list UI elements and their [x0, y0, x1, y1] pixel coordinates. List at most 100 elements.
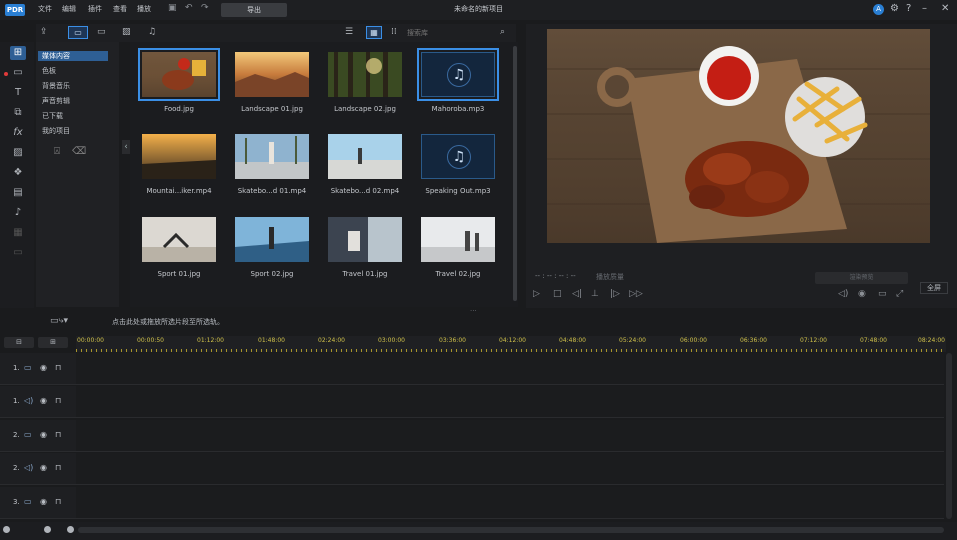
timeline-hscrollbar[interactable]: [78, 527, 944, 533]
filter-audio-icon[interactable]: ♫: [148, 27, 156, 37]
fit-timeline-button[interactable]: ⊞: [38, 337, 68, 348]
timecode: -- : -- : -- : --: [535, 272, 576, 280]
tag-icon[interactable]: ⍓: [54, 146, 60, 157]
skateboard1-thumbnail: [235, 134, 309, 179]
subtitle-icon[interactable]: ▤: [10, 186, 26, 200]
zoom-select[interactable]: 全屏: [920, 282, 948, 294]
filter-clip-icon[interactable]: ▭: [97, 27, 106, 37]
visibility-icon[interactable]: ◉: [40, 497, 47, 506]
transition-icon[interactable]: ⧉: [10, 106, 26, 120]
lock-icon[interactable]: ⊓: [55, 396, 61, 405]
track-header: 2. ◁) ◉ ⊓: [0, 453, 76, 485]
track-manager-button[interactable]: ⊟: [4, 337, 34, 348]
lock-icon[interactable]: ⊓: [55, 497, 61, 506]
visibility-icon[interactable]: ◉: [40, 363, 47, 372]
media-label: Travel 01.jpg: [342, 270, 388, 278]
media-item[interactable]: Sport 02.jpg: [231, 213, 313, 285]
lock-icon[interactable]: ⊓: [55, 463, 61, 472]
text-icon[interactable]: T: [10, 86, 26, 100]
visibility-icon[interactable]: ◉: [40, 430, 47, 439]
tree-item-color[interactable]: 色板: [42, 66, 56, 76]
travel2-thumbnail: [421, 217, 495, 262]
media-label: Mountai...iker.mp4: [146, 187, 212, 195]
media-library: Food.jpg Landscape 01.jpg Landscape 02.j…: [130, 42, 512, 307]
search-icon[interactable]: ⌕: [500, 27, 505, 37]
ruler-tick: 07:48:00: [860, 337, 887, 344]
filter-video-icon[interactable]: ▭: [68, 26, 88, 39]
list-view-icon[interactable]: ☰: [345, 27, 353, 37]
fx-icon[interactable]: fx: [10, 126, 26, 140]
split-icon[interactable]: ⊥: [591, 289, 599, 299]
tree-item-projects[interactable]: 我的项目: [42, 126, 70, 136]
render-preview-button[interactable]: 渲染预览: [815, 272, 908, 284]
voice-icon[interactable]: ♪: [10, 206, 26, 220]
chapter-icon[interactable]: ▦: [10, 226, 26, 240]
collapse-panel-icon[interactable]: ‹: [122, 140, 130, 154]
minimize-icon[interactable]: –: [922, 3, 927, 14]
stop-icon[interactable]: □: [553, 289, 562, 299]
ruler-scale: [76, 349, 946, 352]
delete-tag-icon[interactable]: ⌫: [72, 146, 86, 157]
music-note-icon: ♫: [447, 145, 471, 169]
display-icon[interactable]: ▭: [878, 289, 887, 299]
account-icon[interactable]: A: [873, 4, 884, 15]
media-item[interactable]: Skatebo...d 02.mp4: [324, 130, 406, 202]
pip-icon[interactable]: ▨: [10, 146, 26, 160]
zoom-in-icon[interactable]: [67, 526, 74, 533]
tree-item-downloaded[interactable]: 已下载: [42, 111, 63, 121]
mountain-biker-thumbnail: [142, 134, 216, 179]
timeline-vscrollbar[interactable]: [946, 353, 952, 519]
splitter-handle[interactable]: ···: [470, 307, 477, 315]
track-lane[interactable]: [76, 487, 944, 519]
lock-icon[interactable]: ⊓: [55, 430, 61, 439]
ruler-tick: 04:12:00: [499, 337, 526, 344]
library-scrollbar[interactable]: [512, 42, 518, 307]
track-lane[interactable]: [76, 353, 944, 385]
media-item[interactable]: Travel 01.jpg: [324, 213, 406, 285]
zoom-out-icon[interactable]: [3, 526, 10, 533]
media-label: Landscape 02.jpg: [334, 105, 396, 113]
timeline-tools-icon[interactable]: ▭⤷▾: [50, 316, 68, 326]
next-frame-icon[interactable]: |▷: [610, 289, 620, 299]
media-item[interactable]: Travel 02.jpg: [417, 213, 499, 285]
audio-track-icon: ◁): [24, 463, 34, 472]
import-icon[interactable]: ⇪: [40, 27, 48, 37]
media-item[interactable]: Landscape 01.jpg: [231, 48, 313, 120]
tree-item-sound[interactable]: 声音剪辑: [42, 96, 70, 106]
track-lane[interactable]: [76, 420, 944, 452]
visibility-icon[interactable]: ◉: [40, 396, 47, 405]
zoom-slider-handle[interactable]: [44, 526, 51, 533]
media-item[interactable]: Sport 01.jpg: [138, 213, 220, 285]
lock-icon[interactable]: ⊓: [55, 363, 61, 372]
undock-icon[interactable]: ⤢: [896, 289, 903, 299]
volume-icon[interactable]: ◁): [838, 289, 848, 299]
particle-icon[interactable]: ❖: [10, 166, 26, 180]
media-item[interactable]: Skatebo...d 01.mp4: [231, 130, 313, 202]
track-lane[interactable]: [76, 386, 944, 418]
prev-frame-icon[interactable]: ◁|: [572, 289, 582, 299]
quality-select[interactable]: 播放质量: [596, 272, 624, 282]
ruler-tick: 08:24:00: [918, 337, 945, 344]
fast-forward-icon[interactable]: ▷▷: [629, 289, 643, 299]
search-input[interactable]: [407, 27, 511, 39]
media-item[interactable]: Food.jpg: [138, 48, 220, 120]
track-lane[interactable]: [76, 453, 944, 485]
grid-view-icon[interactable]: ▦: [366, 26, 382, 39]
filter-image-icon[interactable]: ▨: [122, 27, 131, 37]
title-room-icon[interactable]: ▭: [10, 66, 26, 80]
media-item[interactable]: Landscape 02.jpg: [324, 48, 406, 120]
media-room-icon[interactable]: ⊞: [10, 46, 26, 60]
media-item[interactable]: Mountai...iker.mp4: [138, 130, 220, 202]
snapshot-icon[interactable]: ◉: [858, 289, 866, 299]
tree-item-bgm[interactable]: 背景音乐: [42, 81, 70, 91]
tree-item-media[interactable]: 媒体内容: [38, 51, 108, 61]
help-icon[interactable]: ?: [906, 3, 911, 14]
close-icon[interactable]: ✕: [941, 3, 949, 14]
settings-icon[interactable]: ⚙: [890, 3, 899, 14]
media-item[interactable]: ♫ Mahoroba.mp3: [417, 48, 499, 120]
more-view-icon[interactable]: ⁞⁞: [391, 27, 397, 37]
play-icon[interactable]: ▷: [533, 289, 540, 299]
subtitle2-icon[interactable]: ▭: [10, 246, 26, 260]
media-item[interactable]: ♫ Speaking Out.mp3: [417, 130, 499, 202]
visibility-icon[interactable]: ◉: [40, 463, 47, 472]
